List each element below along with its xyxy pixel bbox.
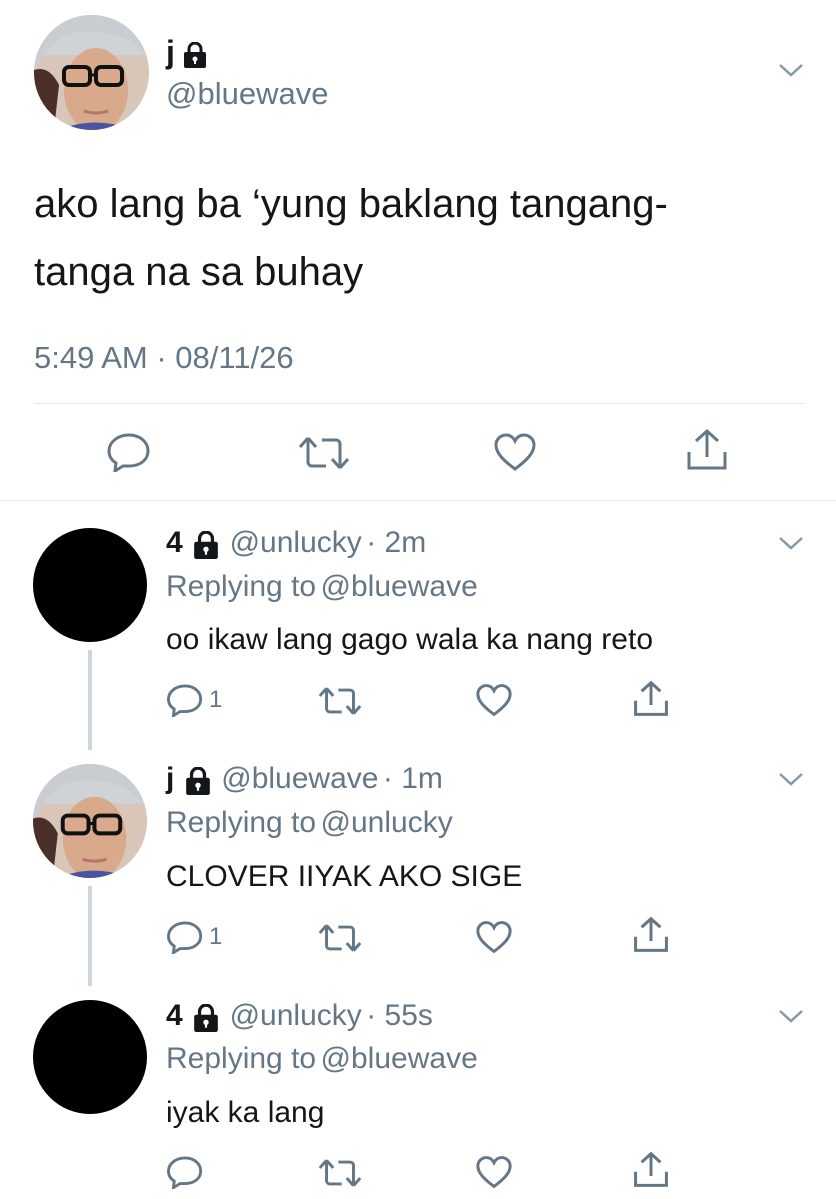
replying-to-handle[interactable]: @bluewave (321, 570, 478, 603)
tweet-text: ako lang ba ‘yung baklang tangang- tanga… (34, 170, 668, 306)
divider (34, 403, 804, 404)
avatar[interactable] (33, 528, 147, 642)
reply-text: CLOVER IIYAK AKO SIGE (166, 860, 523, 893)
retweet-icon[interactable] (318, 685, 362, 717)
display-name[interactable]: 4 (166, 999, 183, 1032)
share-icon[interactable] (633, 916, 669, 954)
timestamp[interactable]: 5:49 AM · 08/11/26 (34, 340, 294, 376)
retweet-icon[interactable] (318, 1157, 362, 1189)
reply-count: 1 (209, 923, 223, 950)
replying-to-handle[interactable]: @bluewave (321, 1042, 478, 1075)
reply-time[interactable]: · 55s (366, 999, 433, 1032)
thread-line (88, 886, 92, 986)
like-icon[interactable] (475, 1155, 513, 1189)
avatar[interactable] (33, 1000, 147, 1114)
like-icon[interactable] (475, 920, 513, 954)
display-name[interactable]: 4 (166, 526, 183, 559)
reply-header: 4 @unlucky · 2m (166, 526, 426, 560)
reply-text: oo ikaw lang gago wala ka nang reto (166, 623, 654, 656)
retweet-icon[interactable] (298, 434, 350, 472)
avatar[interactable] (34, 15, 149, 130)
thread-line (88, 650, 92, 750)
retweet-icon[interactable] (318, 922, 362, 954)
reply-icon[interactable] (166, 920, 204, 954)
replying-to-handle[interactable]: @unlucky (321, 806, 453, 839)
lock-icon (194, 530, 218, 559)
tweet-text-line: ako lang ba ‘yung baklang tangang- (34, 182, 668, 226)
avatar-photo (34, 15, 149, 130)
handle[interactable]: @unlucky (230, 526, 362, 559)
reply-icon[interactable] (166, 683, 204, 717)
chevron-down-icon[interactable] (778, 62, 804, 78)
reply-time[interactable]: · 2m (366, 526, 426, 559)
reply-icon[interactable] (106, 432, 152, 472)
chevron-down-icon[interactable] (778, 771, 804, 787)
replying-to-label: Replying to (166, 1042, 317, 1075)
lock-icon (194, 1003, 218, 1032)
reply-text: iyak ka lang (166, 1096, 325, 1129)
handle[interactable]: @bluewave (221, 762, 378, 795)
like-icon[interactable] (475, 683, 513, 717)
replying-to: Replying to @bluewave (166, 570, 478, 604)
reply-count: 1 (209, 686, 223, 713)
replying-to: Replying to @bluewave (166, 1042, 478, 1076)
avatar-photo (33, 764, 147, 878)
avatar[interactable] (33, 764, 147, 878)
display-name[interactable]: j (166, 762, 174, 795)
author-header: j (166, 36, 207, 68)
reply-icon[interactable] (166, 1155, 204, 1189)
replying-to-label: Replying to (166, 570, 317, 603)
reply-header: j @bluewave · 1m (166, 762, 443, 796)
share-icon[interactable] (633, 1151, 669, 1189)
replying-to: Replying to @unlucky (166, 806, 453, 840)
like-icon[interactable] (493, 432, 537, 472)
handle[interactable]: @unlucky (230, 999, 362, 1032)
handle[interactable]: @bluewave (166, 76, 328, 112)
reply-time[interactable]: · 1m (383, 762, 443, 795)
reply-header: 4 @unlucky · 55s (166, 999, 433, 1033)
tweet-text-line: tanga na sa buhay (34, 250, 364, 294)
lock-icon (184, 41, 207, 68)
display-name[interactable]: j (166, 34, 175, 70)
share-icon[interactable] (686, 428, 728, 472)
chevron-down-icon[interactable] (778, 1008, 804, 1024)
replying-to-label: Replying to (166, 806, 317, 839)
lock-icon (185, 766, 210, 795)
share-icon[interactable] (633, 680, 669, 718)
chevron-down-icon[interactable] (778, 535, 804, 551)
divider (0, 500, 836, 501)
